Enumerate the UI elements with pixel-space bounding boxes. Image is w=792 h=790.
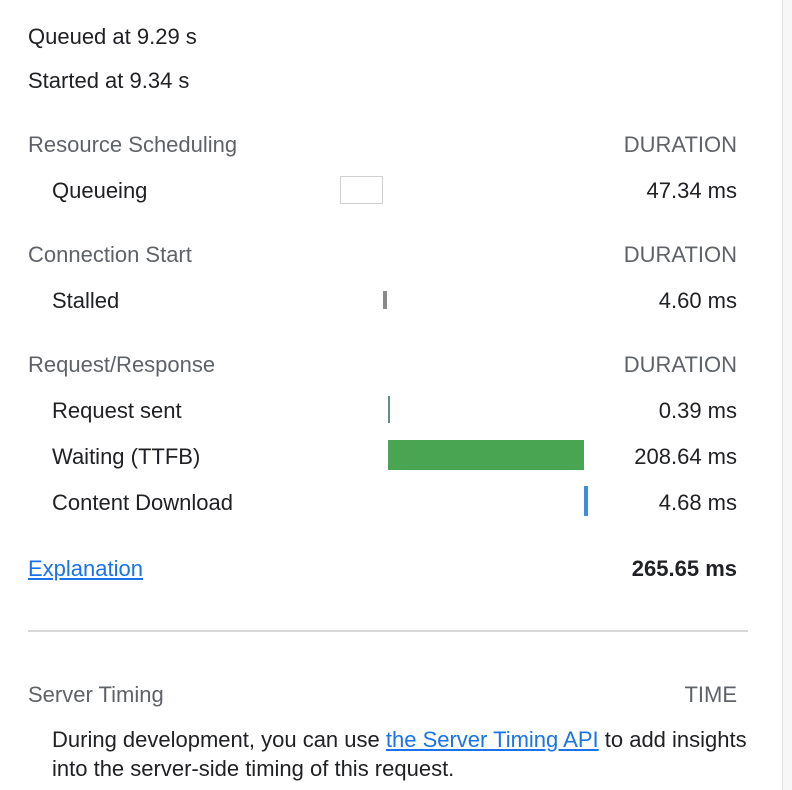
connection-start-header: Connection Start bbox=[28, 242, 192, 267]
timing-panel: Queued at 9.29 s Started at 9.34 s Resou… bbox=[0, 0, 782, 790]
server-timing-api-link[interactable]: the Server Timing API bbox=[386, 727, 599, 752]
section-divider bbox=[28, 630, 748, 632]
content-download-label: Content Download bbox=[52, 490, 234, 515]
content-download-bar bbox=[584, 486, 588, 516]
started-at-text: Started at 9.34 s bbox=[28, 68, 190, 93]
server-timing-time-header: TIME bbox=[684, 682, 737, 707]
panel-edge-strip bbox=[782, 0, 792, 790]
explanation-link[interactable]: Explanation bbox=[28, 558, 143, 580]
server-timing-description: During development, you can use the Serv… bbox=[52, 725, 752, 783]
request-response-header: Request/Response bbox=[28, 352, 216, 377]
queueing-duration: 47.34 ms bbox=[646, 178, 738, 203]
request-sent-duration: 0.39 ms bbox=[658, 398, 737, 423]
stalled-bar bbox=[383, 291, 387, 309]
waiting-ttfb-bar bbox=[388, 440, 584, 470]
total-duration: 265.65 ms bbox=[631, 556, 737, 581]
request-response-duration-header: DURATION bbox=[623, 352, 737, 377]
server-timing-text-before: During development, you can use bbox=[52, 727, 386, 752]
stalled-duration: 4.60 ms bbox=[658, 288, 737, 313]
request-sent-label: Request sent bbox=[52, 398, 182, 423]
server-timing-header: Server Timing bbox=[28, 682, 164, 707]
waiting-ttfb-label: Waiting (TTFB) bbox=[52, 444, 201, 469]
queued-at-text: Queued at 9.29 s bbox=[28, 24, 197, 49]
queueing-bar bbox=[340, 176, 383, 204]
resource-scheduling-duration-header: DURATION bbox=[623, 132, 737, 157]
queueing-label: Queueing bbox=[52, 178, 148, 203]
request-sent-bar bbox=[388, 396, 390, 423]
waiting-ttfb-duration: 208.64 ms bbox=[634, 444, 737, 469]
stalled-label: Stalled bbox=[52, 288, 120, 313]
resource-scheduling-header: Resource Scheduling bbox=[28, 132, 238, 157]
connection-start-duration-header: DURATION bbox=[623, 242, 737, 267]
content-download-duration: 4.68 ms bbox=[658, 490, 737, 515]
